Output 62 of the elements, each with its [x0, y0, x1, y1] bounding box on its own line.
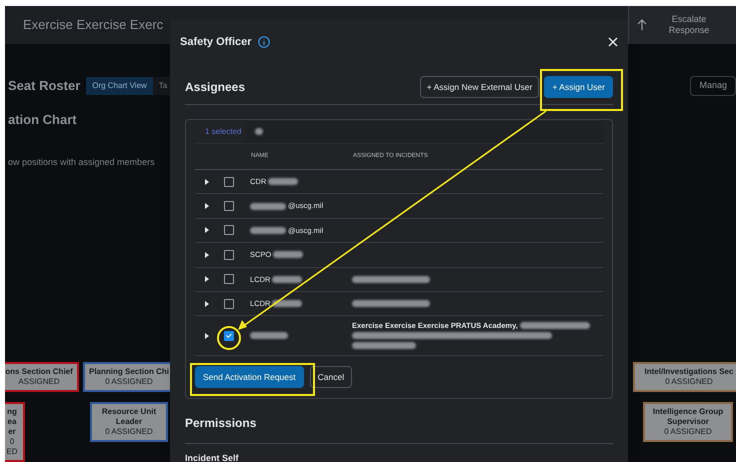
section-title: ation Chart [7, 111, 77, 129]
node-title: ons Section Chief [5, 367, 73, 377]
row-checkbox[interactable] [224, 274, 234, 284]
redacted-text-blur [520, 322, 590, 330]
selection-count: 1 selected [204, 126, 242, 138]
node-count: ASSIGNED [17, 377, 61, 387]
assignees-heading: Assignees [185, 79, 246, 96]
node-title: Intelligence Group Supervisor [652, 407, 724, 427]
org-chart-node[interactable]: ng ea er 0 ED [5, 402, 25, 462]
redacted-text-blur [250, 202, 286, 210]
redacted-text-blur [250, 226, 286, 234]
dialog-title: Safety Officer [180, 34, 252, 50]
node-count: 0 ED [5, 437, 19, 457]
escalate-response-button[interactable]: Escalate Response [628, 6, 736, 44]
expand-caret-icon[interactable] [205, 227, 209, 234]
incident-title: Exercise Exercise Exerc [23, 16, 164, 34]
row-checkbox[interactable] [224, 176, 234, 187]
node-count: 0 ASSIGNED [663, 427, 713, 437]
redacted-text-blur [268, 178, 298, 186]
redacted-text-blur [255, 128, 263, 135]
expand-caret-icon[interactable] [205, 300, 209, 307]
org-chart-node[interactable]: Resource Unit Leader 0 ASSIGNED [90, 402, 168, 442]
redacted-text-blur [250, 332, 288, 340]
org-chart-node[interactable]: Intel/Investigations Sec 0 ASSIGNED [633, 362, 736, 392]
highlight-circle [217, 326, 241, 350]
checkmark-icon [226, 333, 232, 338]
view-tab[interactable]: Org Chart View [86, 77, 153, 95]
org-chart-node[interactable]: ons Section Chief ASSIGNED [5, 362, 79, 392]
redacted-text-blur [272, 276, 302, 283]
cancel-button[interactable]: Cancel [310, 366, 352, 388]
redacted-text-blur [273, 251, 304, 258]
close-icon[interactable] [608, 37, 618, 47]
node-count: 0 ASSIGNED [104, 377, 154, 387]
assign-user-button[interactable]: + Assign User [544, 76, 613, 98]
expand-caret-icon[interactable] [205, 203, 209, 210]
row-checkbox[interactable] [224, 298, 234, 309]
node-title: Intel/Investigations Sec [644, 367, 734, 377]
node-title: Resource Unit Leader [100, 407, 158, 427]
expand-caret-icon[interactable] [205, 252, 209, 258]
row-checkbox[interactable] [224, 330, 234, 341]
node-count: 0 ASSIGNED [104, 427, 154, 437]
permissions-heading: Permissions [185, 416, 256, 430]
roster-title: Seat Roster [8, 77, 80, 96]
send-activation-request-button[interactable]: Send Activation Request [195, 366, 304, 388]
assign-external-user-button[interactable]: + Assign New External User [420, 76, 540, 98]
node-count: 0 ASSIGNED [664, 377, 714, 387]
redacted-text-blur [272, 300, 302, 308]
row-checkbox[interactable] [224, 250, 234, 260]
node-title: ng ea er [6, 407, 18, 437]
row-checkbox[interactable] [224, 201, 234, 212]
info-icon[interactable] [258, 36, 270, 48]
permission-label: Incident Self [185, 452, 239, 462]
org-chart-node[interactable]: Intelligence Group Supervisor 0 ASSIGNED [643, 402, 733, 442]
filter-label: ow positions with assigned members [7, 156, 155, 169]
node-title: Planning Section Chi [89, 367, 169, 377]
up-arrow-icon [637, 19, 647, 31]
redacted-text-blur [352, 342, 416, 350]
expand-caret-icon[interactable] [205, 276, 209, 282]
row-checkbox[interactable] [224, 225, 234, 236]
manage-button[interactable]: Manag [690, 76, 736, 96]
expand-caret-icon[interactable] [205, 178, 209, 185]
expand-caret-icon[interactable] [205, 332, 209, 339]
